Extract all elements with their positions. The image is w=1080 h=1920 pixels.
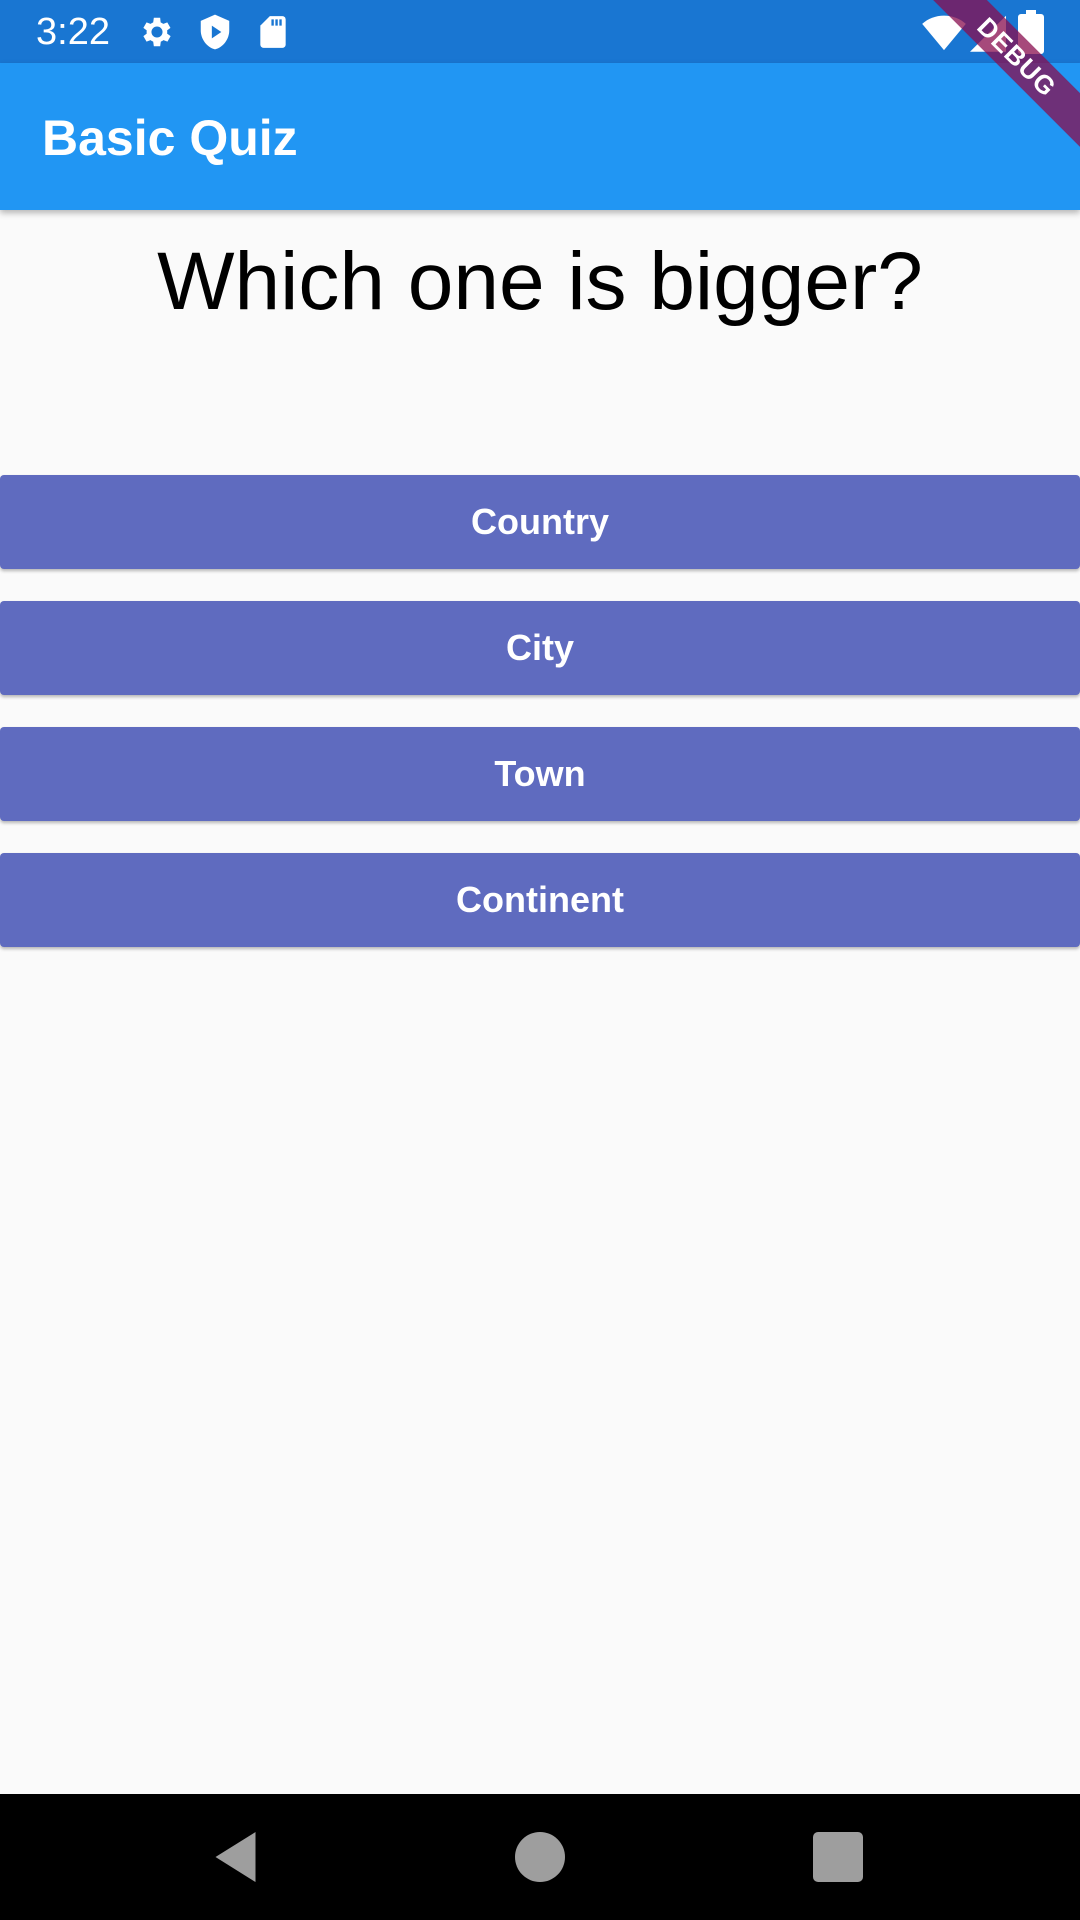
settings-icon xyxy=(143,17,171,47)
status-time: 3:22 xyxy=(36,11,110,53)
sd-card-icon xyxy=(260,16,286,48)
signal-icon xyxy=(970,15,1006,52)
navigation-bar xyxy=(0,1794,1080,1920)
answer-button-town[interactable]: Town xyxy=(0,727,1080,821)
battery-icon xyxy=(1018,10,1044,54)
wifi-icon xyxy=(922,15,966,51)
status-bar: 3:22 xyxy=(0,0,1080,63)
shield-play-icon xyxy=(200,14,230,50)
answer-button-continent[interactable]: Continent xyxy=(0,853,1080,947)
recents-icon[interactable] xyxy=(808,1827,868,1887)
answer-button-city[interactable]: City xyxy=(0,601,1080,695)
app-title: Basic Quiz xyxy=(42,110,298,166)
app-bar: Basic Quiz xyxy=(0,63,1080,210)
answer-button-country[interactable]: Country xyxy=(0,475,1080,569)
back-icon[interactable] xyxy=(208,1827,268,1887)
question-text: Which one is bigger? xyxy=(157,236,923,327)
home-icon[interactable] xyxy=(510,1827,570,1887)
